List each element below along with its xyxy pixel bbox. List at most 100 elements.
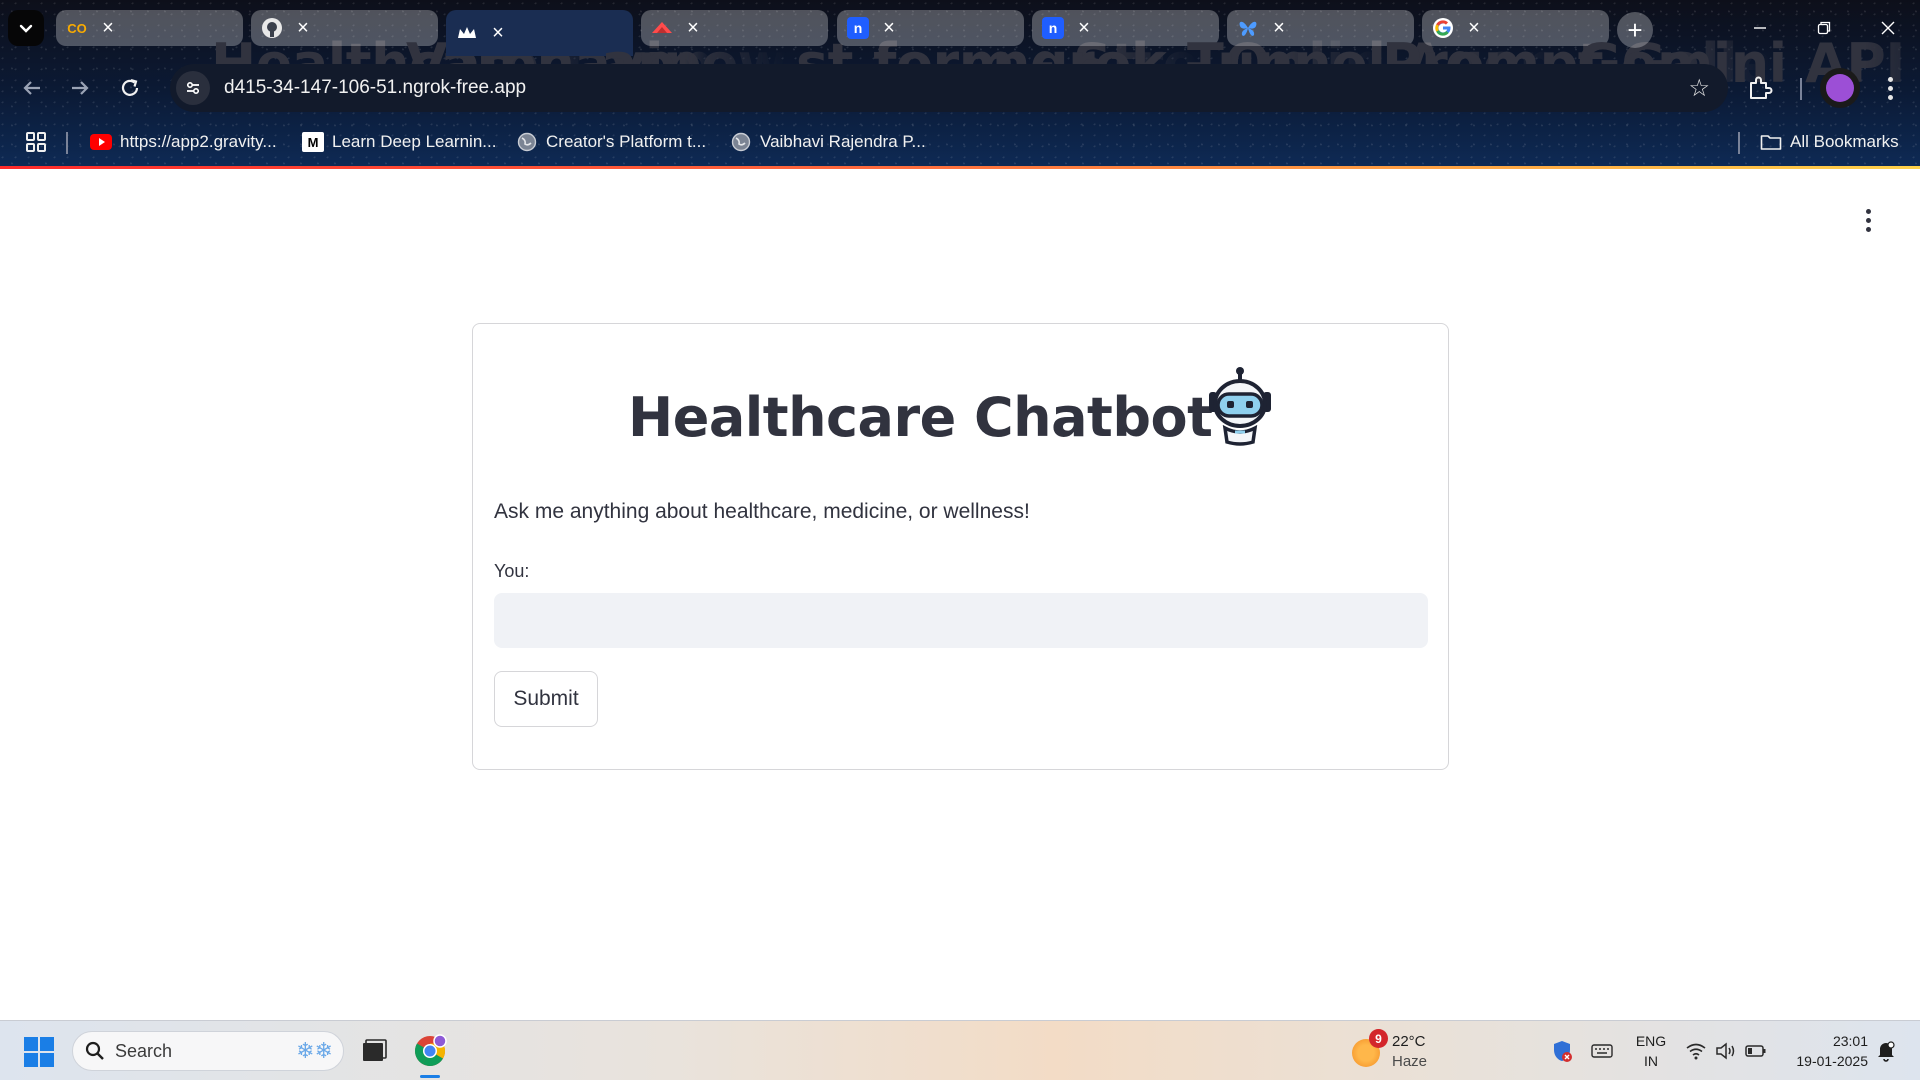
submit-button[interactable]: Submit <box>494 671 598 727</box>
close-icon[interactable]: × <box>293 17 313 40</box>
weather-badge: 9 <box>1369 1029 1388 1048</box>
chat-form-card: Healthcare Chatbot Ask me anything about… <box>472 323 1449 770</box>
taskbar-chrome-app[interactable] <box>412 1033 448 1069</box>
restore-icon <box>1817 21 1831 35</box>
chevron-down-icon <box>19 24 33 33</box>
globe-icon <box>516 132 538 152</box>
tab-search-button[interactable] <box>8 10 44 46</box>
streamlit-icon <box>651 17 673 39</box>
ngrok-icon: n <box>847 17 869 39</box>
close-icon[interactable]: × <box>1464 17 1484 40</box>
colab-icon: CO <box>67 20 87 36</box>
notification-bell-icon[interactable] <box>1872 1037 1900 1065</box>
profile-avatar[interactable] <box>1820 68 1860 108</box>
bookmark-deep-learning[interactable]: M Learn Deep Learnin... <box>302 128 496 156</box>
address-bar[interactable]: d415-34-147-106-51.ngrok-free.app ☆ <box>170 64 1728 112</box>
close-icon[interactable]: × <box>488 22 508 45</box>
windows-start-icon[interactable] <box>24 1037 54 1067</box>
tab-tunnel-agent[interactable]: n Tunnel Agen × <box>1032 10 1557 95</box>
arrow-right-icon <box>72 81 89 95</box>
bookmark-creators-platform[interactable]: Creator's Platform t... <box>516 128 706 156</box>
robot-icon <box>1209 367 1271 446</box>
user-input-label: You: <box>494 561 530 581</box>
taskbar-search[interactable]: Search ❄❄ <box>72 1031 344 1071</box>
minimize-button[interactable] <box>1730 8 1790 48</box>
app-main-menu-button[interactable] <box>1858 205 1878 235</box>
avatar-image <box>1826 74 1854 102</box>
back-button[interactable] <box>12 68 52 108</box>
forward-button[interactable] <box>60 68 100 108</box>
task-view-button[interactable] <box>356 1033 392 1069</box>
youtube-icon <box>90 132 112 152</box>
tab-github[interactable]: Vaibhavipow × <box>251 10 787 95</box>
close-icon[interactable]: × <box>98 17 118 40</box>
active-app-indicator <box>420 1075 440 1078</box>
tab-gemini-api[interactable]: Gemini API q × <box>1422 10 1920 95</box>
tab-healthcare-colab[interactable]: CO Healthcare_C × <box>56 10 604 95</box>
extensions-icon[interactable] <box>1746 74 1774 102</box>
folder-icon <box>1760 132 1782 152</box>
weather-widget[interactable]: 9 22°C Haze <box>1352 1029 1432 1073</box>
address-url[interactable]: d415-34-147-106-51.ngrok-free.app <box>224 77 526 99</box>
browser-menu-button[interactable] <box>1878 70 1902 106</box>
language-region: IN <box>1644 1053 1658 1069</box>
close-window-button[interactable] <box>1858 8 1918 48</box>
weather-temp: 22°C <box>1392 1033 1426 1050</box>
new-tab-button[interactable]: + <box>1617 12 1653 48</box>
page-title: Healthcare Chatbot <box>628 386 1213 449</box>
tab-st-form[interactable]: st.form - Stre × <box>641 10 1199 95</box>
clock-date: 19-01-2025 <box>1796 1053 1868 1069</box>
close-icon[interactable]: × <box>1074 17 1094 40</box>
title-row: Healthcare Chatbot <box>473 364 1450 464</box>
language-code: ENG <box>1635 1033 1667 1049</box>
restore-button[interactable] <box>1794 8 1854 48</box>
bookmark-label: https://app2.gravity... <box>120 132 277 151</box>
chat-intro-text: Ask me anything about healthcare, medici… <box>494 500 1030 523</box>
clock-time: 23:01 <box>1832 1033 1868 1049</box>
reload-button[interactable] <box>110 68 150 108</box>
tab-strip: CO Healthcare_C × Vaibhavipow × app × st… <box>0 0 1920 95</box>
search-icon <box>85 1041 104 1060</box>
close-icon[interactable]: × <box>879 17 899 40</box>
bookmark-vaibhavi[interactable]: Vaibhavi Rajendra P... <box>730 128 926 156</box>
bookmark-label: Creator's Platform t... <box>546 132 707 151</box>
task-view-icon <box>363 1039 387 1061</box>
bookmark-gravity[interactable]: https://app2.gravity... <box>90 128 277 156</box>
app-header-decoration <box>0 166 1920 169</box>
browser-toolbar: d415-34-147-106-51.ngrok-free.app ☆ <box>0 56 1920 120</box>
bookmarks-divider <box>66 132 68 154</box>
all-bookmarks-button[interactable]: All Bookmarks <box>1760 128 1899 156</box>
close-icon[interactable]: × <box>1269 17 1289 40</box>
volume-icon[interactable] <box>1714 1039 1738 1063</box>
tab-prompt-gallery[interactable]: Prompt Galle × <box>1227 10 1773 95</box>
close-icon[interactable]: × <box>683 17 703 40</box>
google-icon <box>1432 17 1454 39</box>
bookmark-star-icon[interactable]: ☆ <box>1688 74 1710 103</box>
ngrok-icon: n <box>1042 17 1064 39</box>
globe-icon <box>730 132 752 152</box>
keyboard-icon[interactable] <box>1590 1039 1614 1063</box>
all-bookmarks-label: All Bookmarks <box>1790 132 1899 151</box>
battery-icon[interactable] <box>1744 1039 1768 1063</box>
weather-condition: Haze <box>1392 1053 1428 1070</box>
toolbar-divider <box>1800 78 1802 100</box>
arrow-left-icon <box>23 81 40 95</box>
tab-app[interactable]: app × <box>446 10 713 95</box>
minimize-icon <box>1754 27 1766 29</box>
browser-chrome: CO Healthcare_C × Vaibhavipow × app × st… <box>0 0 1920 167</box>
reload-icon <box>121 78 139 96</box>
windows-taskbar: Search ❄❄ 9 22°C Haze ENG IN 23:01 19-01… <box>0 1020 1920 1080</box>
tab-ngrok[interactable]: n ngrok - Onlin × <box>837 10 1382 95</box>
github-icon <box>261 17 283 39</box>
bookmark-label: Vaibhavi Rajendra P... <box>760 132 926 151</box>
taskbar-clock[interactable]: 23:01 19-01-2025 <box>1782 1031 1868 1071</box>
wifi-icon[interactable] <box>1684 1039 1708 1063</box>
medium-icon: M <box>302 132 324 152</box>
input-language[interactable]: ENG IN <box>1634 1031 1668 1071</box>
site-settings-icon[interactable] <box>176 71 210 105</box>
user-query-input[interactable] <box>494 593 1428 648</box>
chrome-icon <box>415 1034 447 1067</box>
security-shield-icon[interactable] <box>1550 1039 1574 1063</box>
apps-grid-icon[interactable] <box>24 130 48 154</box>
gemini-butterfly-icon <box>1237 17 1259 39</box>
